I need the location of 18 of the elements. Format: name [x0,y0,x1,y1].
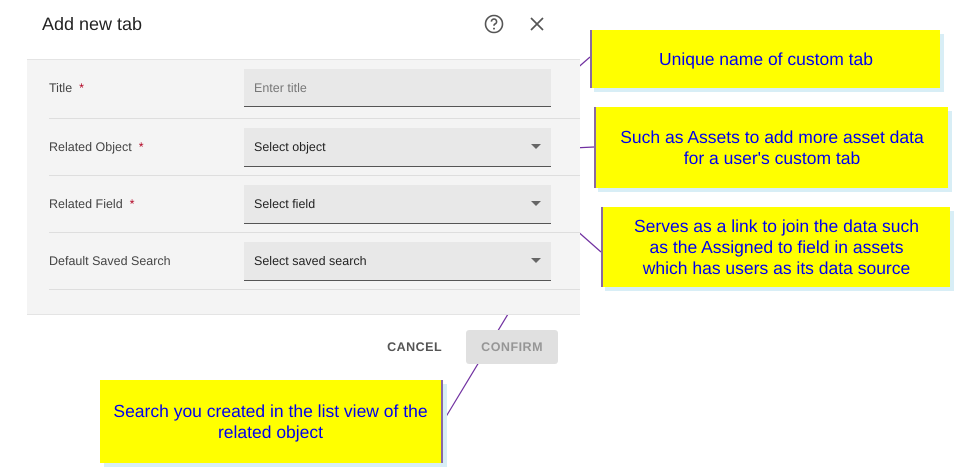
cancel-button[interactable]: CANCEL [379,330,450,364]
field-label: Related Object [49,140,132,154]
required-mark: * [138,140,144,154]
title-input[interactable]: Enter title [244,69,551,107]
field-label: Related Field [49,197,123,211]
help-icon[interactable] [484,14,504,34]
field-label: Title [49,81,72,95]
select-dropdown[interactable]: Select saved search [244,242,551,280]
close-icon[interactable] [529,16,545,32]
select-dropdown[interactable]: Select field [244,184,551,224]
caret-icon [531,201,541,206]
required-mark: * [79,81,84,95]
select-dropdown[interactable]: Select object [244,128,551,166]
caret-icon [531,258,541,263]
field-label: Default Saved Search [49,254,171,268]
dialog-title: Add new tab [42,14,142,34]
required-mark: * [130,197,135,211]
caret-icon [531,144,541,149]
